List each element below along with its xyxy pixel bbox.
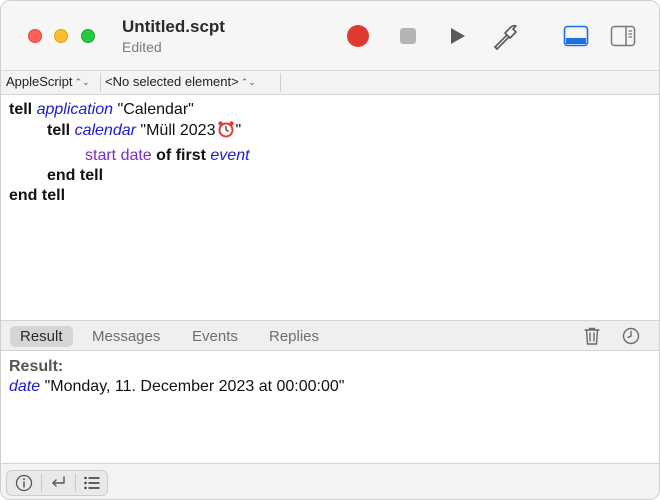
tab-result[interactable]: Result [10, 326, 73, 347]
keyword: tell [47, 122, 71, 139]
record-icon [347, 25, 369, 47]
log-tab-bar: Result Messages Events Replies [1, 320, 659, 351]
divider [100, 73, 101, 92]
script-line: start date of first event [85, 146, 250, 166]
keyword: end tell [47, 167, 104, 184]
script-line: end tell [47, 166, 103, 186]
title-bar: Untitled.scpt Edited [1, 1, 659, 71]
clock-icon [622, 327, 640, 345]
stop-button[interactable] [393, 21, 423, 51]
class-name: event [210, 147, 250, 164]
zoom-window-button[interactable] [81, 29, 95, 43]
description-button[interactable] [7, 471, 41, 495]
show-result-pane-button[interactable] [561, 21, 591, 51]
tab-messages[interactable]: Messages [82, 326, 170, 347]
element-popup[interactable]: <No selected element> ⌃⌄ [105, 74, 256, 89]
log-view-button[interactable] [75, 471, 109, 495]
keyword: end tell [9, 187, 66, 204]
class-name: calendar [74, 122, 136, 139]
hammer-icon [494, 24, 517, 50]
result-view-button[interactable] [41, 471, 75, 495]
tab-events[interactable]: Events [182, 326, 248, 347]
clear-log-button[interactable] [581, 325, 603, 347]
close-window-button[interactable] [28, 29, 42, 43]
run-icon [451, 28, 465, 44]
script-editor[interactable]: tell application "Calendar" tell calenda… [1, 96, 659, 320]
string-literal: "Müll 2023 [140, 122, 216, 139]
language-popup[interactable]: AppleScript ⌃⌄ [6, 74, 90, 89]
result-string: "Monday, 11. December 2023 at 00:00:00" [44, 378, 345, 395]
sidebar-panel-icon [610, 25, 636, 47]
script-line: end tell [9, 186, 65, 206]
footer-bar [1, 463, 659, 499]
list-icon [84, 476, 100, 490]
log-history-button[interactable] [620, 325, 642, 347]
view-segmented-control [6, 470, 108, 496]
info-icon [15, 474, 33, 492]
script-line: tell calendar "Müll 2023 " [47, 120, 241, 141]
property-name: start date [85, 147, 152, 164]
run-button[interactable] [442, 21, 472, 51]
result-pane[interactable]: Result: date "Monday, 11. December 2023 … [1, 351, 659, 463]
show-library-sidebar-button[interactable] [608, 21, 638, 51]
language-label: AppleScript [6, 74, 73, 89]
result-value: date "Monday, 11. December 2023 at 00:00… [9, 377, 344, 397]
minimize-window-button[interactable] [54, 29, 68, 43]
result-type: date [9, 378, 41, 395]
string-literal: "Calendar" [117, 101, 194, 118]
navigation-bar: AppleScript ⌃⌄ <No selected element> ⌃⌄ [1, 71, 659, 95]
divider [280, 73, 281, 92]
script-editor-window: Untitled.scpt Edited AppleScript ⌃⌄ <No … [0, 0, 660, 500]
return-icon [52, 476, 65, 487]
script-line: tell application "Calendar" [9, 100, 194, 120]
updown-chevron-icon: ⌃⌄ [240, 77, 256, 87]
trash-icon [584, 327, 600, 345]
alarm-clock-icon [218, 121, 235, 138]
document-title[interactable]: Untitled.scpt [122, 17, 225, 37]
tab-replies[interactable]: Replies [259, 326, 329, 347]
keyword: of first [156, 147, 206, 164]
document-status: Edited [122, 39, 162, 55]
class-name: application [36, 101, 114, 118]
stop-icon [400, 28, 416, 44]
compile-button[interactable] [491, 21, 521, 51]
updown-chevron-icon: ⌃⌄ [74, 77, 90, 87]
bottom-panel-icon [563, 25, 589, 47]
string-literal-end: " [235, 122, 242, 139]
record-button[interactable] [343, 21, 373, 51]
result-label: Result: [9, 358, 64, 375]
element-label: <No selected element> [105, 74, 239, 89]
keyword: tell [9, 101, 33, 118]
